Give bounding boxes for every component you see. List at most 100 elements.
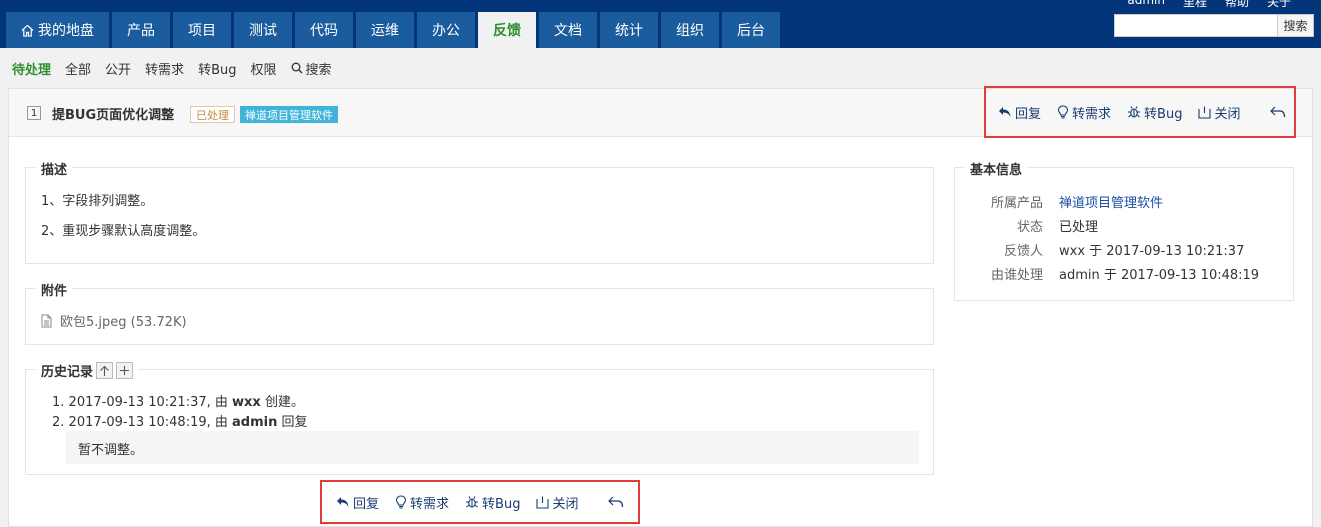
description-line: 2、重现步骤默认高度调整。 [41,224,206,239]
history-reverse-button[interactable] [96,362,114,379]
to-story-label: 转需求 [410,496,450,512]
lightbulb-icon [395,495,407,509]
link-help[interactable]: 帮助 [1225,0,1249,10]
reply-icon [337,497,349,507]
info-key: 反馈人 [1003,244,1043,259]
tab-org[interactable]: 组织 [661,12,719,48]
back-icon [1270,106,1286,118]
to-bug-label: 转Bug [1144,106,1183,122]
tab-stats[interactable]: 统计 [600,12,658,48]
close-button[interactable]: 关闭 [536,493,578,512]
tab-label: 运维 [371,23,399,39]
tab-label: 统计 [615,23,643,39]
reply-button[interactable]: 回复 [998,103,1041,122]
to-story-button[interactable]: 转需求 [1057,103,1111,122]
info-row-submitter: 反馈人 wxx 于 2017-09-13 10:21:37 [955,240,1295,259]
attachment-item[interactable]: 欧包5.jpeg (53.72K) [41,311,187,330]
tab-feedback[interactable]: 反馈 [478,12,536,48]
tab-test[interactable]: 测试 [234,12,292,48]
subnav-search[interactable]: 搜索 [291,59,332,78]
history-expand-button[interactable] [116,362,134,379]
bug-icon [466,496,479,508]
close-button[interactable]: 关闭 [1198,103,1240,122]
subnav-pending[interactable]: 待处理 [12,59,51,78]
tab-ops[interactable]: 运维 [356,12,414,48]
home-icon [21,24,34,37]
search-button[interactable]: 搜索 [1278,14,1314,37]
close-label: 关闭 [552,496,579,512]
subnav-to-bug[interactable]: 转Bug [198,59,236,78]
link-about[interactable]: 关于 [1267,0,1291,10]
back-icon [608,496,624,508]
history-legend: 历史记录 [36,361,139,380]
tab-label: 产品 [127,23,155,39]
info-value: wxx 于 2017-09-13 10:21:37 [1059,244,1245,259]
back-button[interactable] [608,496,624,508]
reply-icon [999,107,1011,117]
plus-icon [120,366,130,375]
history-num: 2. [52,415,65,430]
subnav-all[interactable]: 全部 [65,59,91,78]
history-time: 2017-09-13 10:48:19, 由 [68,415,228,430]
tab-label: 后台 [737,23,765,39]
history-legend-label: 历史记录 [41,365,94,380]
reply-label: 回复 [1015,106,1042,122]
header-action-bar: 回复 转需求 转Bug 关闭 [984,86,1296,138]
attachments-legend: 附件 [36,280,73,299]
subnav-permission[interactable]: 权限 [250,59,276,78]
tab-office[interactable]: 办公 [417,12,475,48]
history-entry: 1. 2017-09-13 10:21:37, 由 wxx 创建。 [52,391,304,410]
tab-label: 测试 [249,23,277,39]
reply-label: 回复 [353,496,380,512]
user-menu[interactable]: admin [1127,0,1165,10]
file-icon [41,314,52,327]
tab-label: 我的地盘 [38,23,94,39]
basic-info-section: 基本信息 所属产品 禅道项目管理软件 状态 已处理 反馈人 wxx 于 2017… [954,159,1295,301]
reply-button[interactable]: 回复 [336,493,379,512]
description-section: 描述 1、字段排列调整。 2、重现步骤默认高度调整。 [25,159,934,264]
history-time: 2017-09-13 10:21:37, 由 [68,395,228,410]
tab-label: 代码 [310,23,338,39]
close-label: 关闭 [1214,106,1241,122]
history-action: 创建。 [264,395,304,410]
history-entry: 2. 2017-09-13 10:48:19, 由 admin 回复 [52,411,308,430]
attachment-name: 欧包5.jpeg (53.72K) [60,315,187,330]
tab-label: 反馈 [493,23,521,39]
tab-code[interactable]: 代码 [295,12,353,48]
info-key: 状态 [1016,220,1043,235]
subnav-public[interactable]: 公开 [105,59,131,78]
subnav-search-label: 搜索 [305,62,332,78]
description-legend: 描述 [36,159,73,178]
tab-product[interactable]: 产品 [112,12,170,48]
info-row-product: 所属产品 禅道项目管理软件 [955,192,1295,211]
subnav-to-story[interactable]: 转需求 [145,59,184,78]
main-tabs: 我的地盘 产品 项目 测试 代码 运维 办公 反馈 文档 统计 组织 后台 [6,12,783,48]
info-value: admin 于 2017-09-13 10:48:19 [1059,268,1260,283]
tab-my-dashboard[interactable]: 我的地盘 [6,12,109,48]
to-bug-button[interactable]: 转Bug [1127,103,1182,122]
global-search: 搜索 [1114,14,1314,37]
feedback-title: 提BUG页面优化调整 [52,108,175,123]
tab-label: 办公 [432,23,460,39]
status-badge: 已处理 [190,106,235,123]
tab-label: 项目 [188,23,216,39]
tab-admin[interactable]: 后台 [722,12,780,48]
link-mileage[interactable]: 里程 [1183,0,1207,10]
history-comment: 暂不调整。 [66,431,919,464]
tab-doc[interactable]: 文档 [539,12,597,48]
lightbulb-icon [1057,105,1069,119]
tab-project[interactable]: 项目 [173,12,231,48]
footer-action-bar: 回复 转需求 转Bug 关闭 [320,480,640,524]
info-value: 已处理 [1059,220,1099,235]
info-key: 所属产品 [990,196,1043,211]
tab-label: 组织 [676,23,704,39]
history-user: wxx [232,395,261,410]
info-row-status: 状态 已处理 [955,216,1295,235]
info-product-link[interactable]: 禅道项目管理软件 [1059,192,1163,211]
search-input[interactable] [1114,14,1278,37]
back-button[interactable] [1270,106,1286,118]
to-story-button[interactable]: 转需求 [395,493,449,512]
history-user: admin [232,415,278,430]
to-bug-button[interactable]: 转Bug [465,493,520,512]
feedback-id: 1 [27,106,41,120]
